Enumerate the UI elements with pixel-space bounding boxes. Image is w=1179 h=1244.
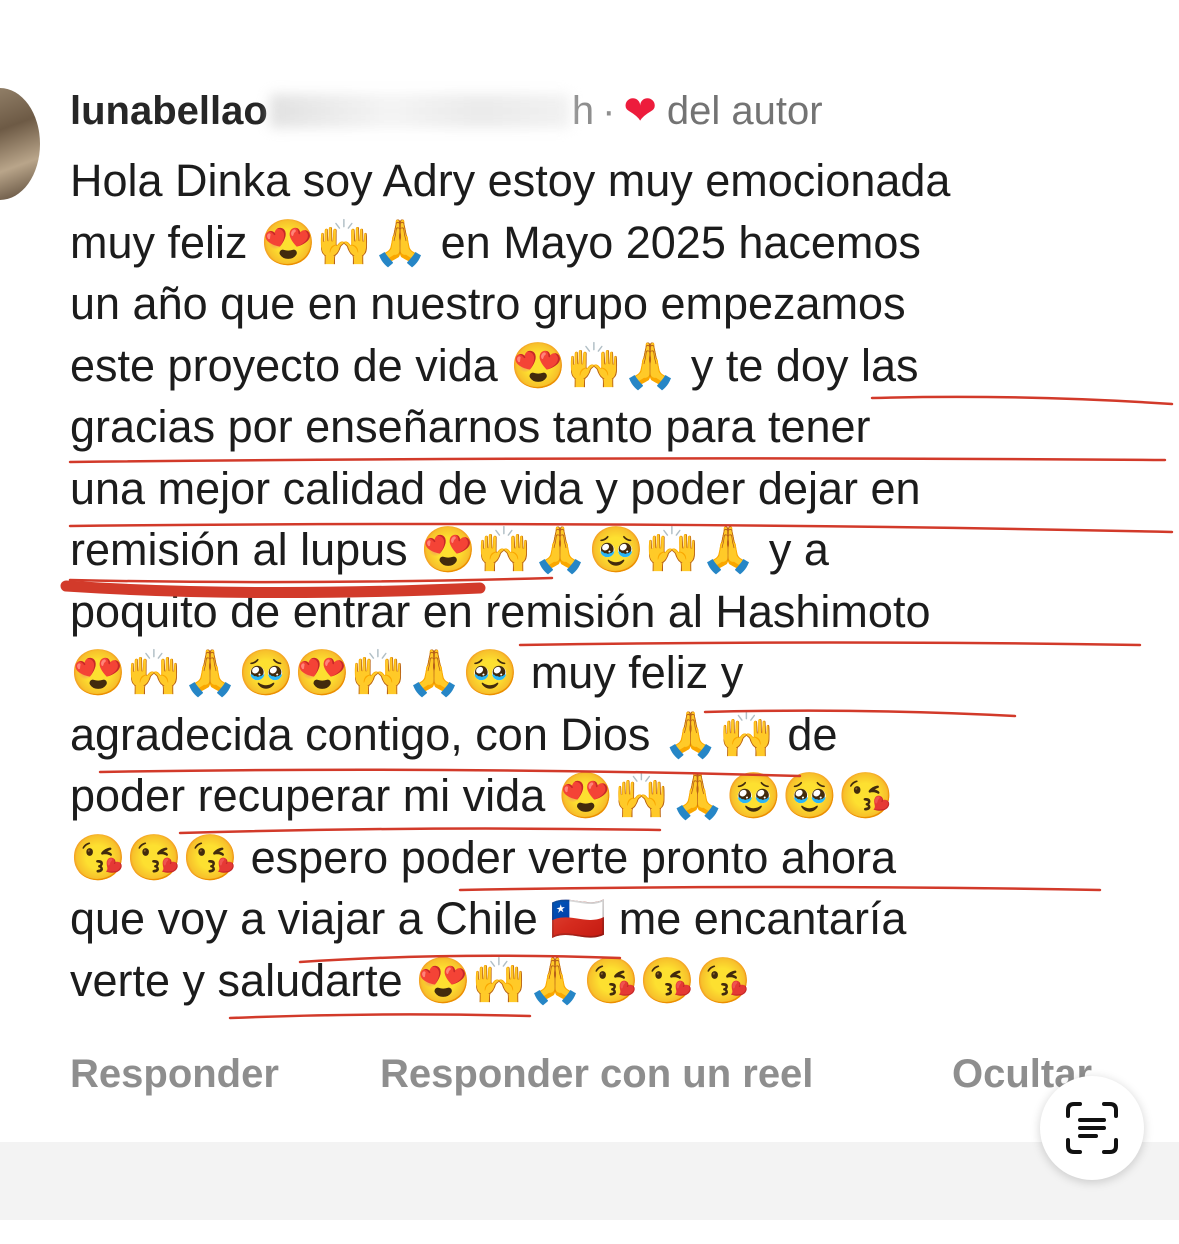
liked-by-author-label: del autor bbox=[666, 88, 823, 133]
heart-icon: ❤ bbox=[623, 89, 657, 133]
blurred-username-redaction bbox=[269, 94, 570, 128]
scan-text-button[interactable] bbox=[1040, 1076, 1144, 1180]
comment-header: lunabellao h · ❤ del autor bbox=[70, 86, 823, 136]
username[interactable]: lunabellao bbox=[70, 89, 268, 134]
scan-text-icon bbox=[1066, 1102, 1118, 1154]
separator-dot: · bbox=[602, 88, 616, 133]
reply-with-reel-button[interactable]: Responder con un reel bbox=[380, 1052, 813, 1097]
reply-button[interactable]: Responder bbox=[70, 1052, 279, 1097]
comment-time: h bbox=[571, 88, 595, 133]
avatar[interactable] bbox=[0, 88, 40, 200]
comment-text: Hola Dinka soy Adry estoy muy emocionada… bbox=[70, 155, 951, 1006]
underline-mark bbox=[228, 1013, 532, 1020]
bottom-bar bbox=[0, 1142, 1179, 1220]
